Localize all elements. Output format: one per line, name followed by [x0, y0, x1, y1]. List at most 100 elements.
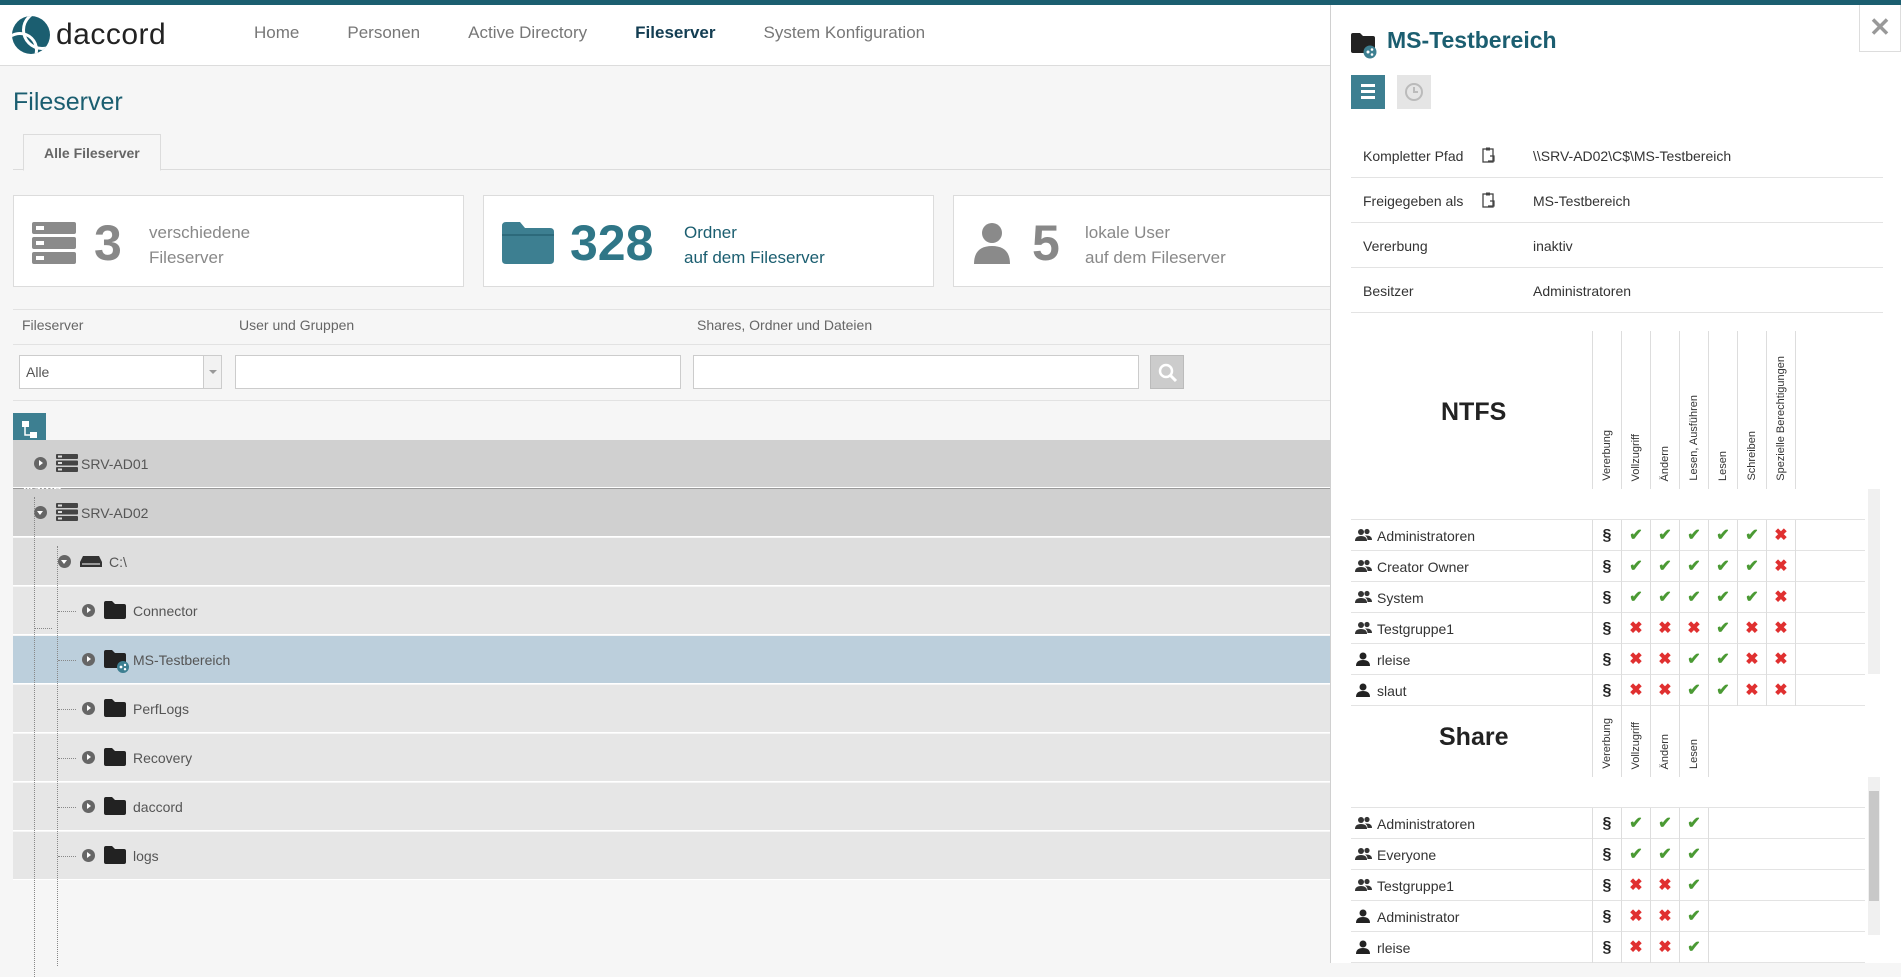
share-column-header: Vollzugriff [1621, 693, 1650, 777]
cross-icon: ✖ [1766, 644, 1795, 675]
ntfs-row[interactable]: Testgruppe1 § ✖ ✖ ✖ ✔ ✖ ✖ [1351, 613, 1865, 644]
folder-icon [104, 748, 126, 771]
ntfs-row[interactable]: rleise § ✖ ✖ ✔ ✔ ✖ ✖ [1351, 644, 1865, 675]
expand-icon[interactable] [82, 800, 95, 813]
prop-value: \\SRV-AD02\C$\MS-Testbereich [1533, 148, 1732, 164]
brand-name: daccord [56, 18, 167, 51]
tree-row-label: C:\ [109, 554, 127, 570]
ntfs-row-name: Administratoren [1377, 528, 1476, 544]
tree-row-logs[interactable]: logs [13, 832, 1330, 880]
ntfs-row[interactable]: Creator Owner § ✔ ✔ ✔ ✔ ✔ ✖ [1351, 551, 1865, 582]
check-icon: ✔ [1737, 520, 1766, 551]
group-icon [1355, 847, 1373, 866]
tree-row-srv-ad02[interactable]: SRV-AD02 [13, 489, 1330, 537]
stat-value: 3 [94, 215, 122, 271]
check-icon: ✔ [1679, 551, 1708, 582]
check-icon: ✔ [1650, 520, 1679, 551]
nav-item-system-konfiguration[interactable]: System Konfiguration [740, 5, 950, 66]
group-icon [1355, 621, 1373, 640]
shares-input[interactable] [693, 355, 1139, 389]
collapse-icon[interactable] [34, 506, 47, 519]
panel-title: MS-Testbereich [1387, 27, 1557, 53]
divider [13, 400, 1330, 401]
ntfs-column-header: Schreiben [1737, 331, 1766, 489]
prop-value: inaktiv [1533, 238, 1573, 254]
fileserver-select[interactable]: Alle [19, 355, 222, 389]
ntfs-row[interactable]: Administratoren § ✔ ✔ ✔ ✔ ✔ ✖ [1351, 520, 1865, 551]
nav-item-fileserver[interactable]: Fileserver [611, 5, 739, 66]
stat-label: Ordner auf dem Fileserver [684, 223, 825, 267]
cross-icon: ✖ [1621, 870, 1650, 901]
ntfs-scrollbar[interactable] [1868, 489, 1880, 674]
users-groups-input[interactable] [235, 355, 681, 389]
cross-icon: ✖ [1766, 675, 1795, 706]
nav-item-home[interactable]: Home [230, 5, 323, 66]
scrollbar-thumb[interactable] [1869, 791, 1879, 901]
search-button[interactable] [1150, 355, 1184, 389]
tree-row-c[interactable]: C:\ [13, 538, 1330, 586]
page-title: Fileserver [13, 88, 123, 116]
check-icon: ✔ [1708, 551, 1737, 582]
filter-label-fileserver: Fileserver [22, 317, 84, 333]
expand-icon[interactable] [82, 653, 95, 666]
ntfs-column-label: Schreiben [1746, 431, 1758, 481]
prop-besitzer: Besitzer Administratoren [1351, 268, 1883, 313]
expand-icon[interactable] [82, 751, 95, 764]
copy-icon[interactable] [1482, 192, 1496, 211]
share-row[interactable]: rleise § ✖ ✖ ✔ [1351, 932, 1865, 963]
ntfs-row[interactable]: System § ✔ ✔ ✔ ✔ ✔ ✖ [1351, 582, 1865, 613]
ntfs-column-label: Lesen, Ausführen [1688, 395, 1700, 481]
tree-row-srv-ad01[interactable]: SRV-AD01 [13, 440, 1330, 488]
history-button[interactable] [1397, 75, 1431, 109]
user-icon [1355, 683, 1373, 702]
cross-icon: ✖ [1650, 870, 1679, 901]
share-title: Share [1439, 723, 1509, 751]
ntfs-top-border [1351, 489, 1865, 520]
collapse-icon[interactable] [58, 555, 71, 568]
cell-edge [1795, 520, 1796, 551]
ntfs-column-header: Lesen [1708, 331, 1737, 489]
expand-icon[interactable] [34, 457, 47, 470]
close-button[interactable]: ✕ [1859, 5, 1901, 52]
expand-icon[interactable] [82, 849, 95, 862]
tree-row-perflogs[interactable]: PerfLogs [13, 685, 1330, 733]
share-row[interactable]: Administratoren § ✔ ✔ ✔ [1351, 808, 1865, 839]
share-scrollbar[interactable] [1868, 777, 1880, 935]
group-icon [1355, 816, 1373, 835]
prop-key: Freigegeben als [1363, 193, 1464, 209]
shared-folder-icon [104, 650, 130, 679]
expand-icon[interactable] [82, 604, 95, 617]
ntfs-column-header: Spezielle Berechtigungen [1766, 331, 1795, 489]
prop-key: Besitzer [1363, 283, 1414, 299]
share-row[interactable]: Testgruppe1 § ✖ ✖ ✔ [1351, 870, 1865, 901]
share-row[interactable]: Administrator § ✖ ✖ ✔ [1351, 901, 1865, 932]
logo[interactable]: daccord [12, 15, 166, 55]
stat-value: 328 [570, 215, 654, 271]
tree-row-recovery[interactable]: Recovery [13, 734, 1330, 782]
ntfs-column-label: Vererbung [1601, 430, 1613, 481]
details-view-button[interactable] [1351, 75, 1385, 109]
check-icon: ✔ [1708, 644, 1737, 675]
inherit-icon: § [1592, 932, 1621, 963]
prop-kompletter-pfad: Kompletter Pfad \\SRV-AD02\C$\MS-Testbere… [1351, 133, 1883, 178]
ntfs-column-label: Ändern [1659, 445, 1671, 481]
check-icon: ✔ [1650, 839, 1679, 870]
cross-icon: ✖ [1650, 613, 1679, 644]
stat-label: lokale User auf dem Fileserver [1085, 223, 1226, 267]
tree-row-ms-testbereich[interactable]: MS-Testbereich [13, 636, 1330, 684]
stat-card-lokale-user: 5 lokale User auf dem Fileserver [953, 195, 1343, 287]
tree-row-connector[interactable]: Connector [13, 587, 1330, 635]
tab-alle-fileserver[interactable]: Alle Fileserver [23, 134, 161, 171]
nav-item-personen[interactable]: Personen [323, 5, 444, 66]
share-row-name: Everyone [1377, 847, 1437, 863]
check-icon: ✔ [1621, 551, 1650, 582]
check-icon: ✔ [1679, 520, 1708, 551]
tree-row-daccord[interactable]: daccord [13, 783, 1330, 831]
tree-guide [58, 758, 76, 759]
share-row[interactable]: Everyone § ✔ ✔ ✔ [1351, 839, 1865, 870]
copy-icon[interactable] [1482, 147, 1496, 166]
check-icon: ✔ [1621, 808, 1650, 839]
ntfs-column-label: Spezielle Berechtigungen [1775, 356, 1787, 481]
expand-icon[interactable] [82, 702, 95, 715]
nav-item-active-directory[interactable]: Active Directory [444, 5, 611, 66]
